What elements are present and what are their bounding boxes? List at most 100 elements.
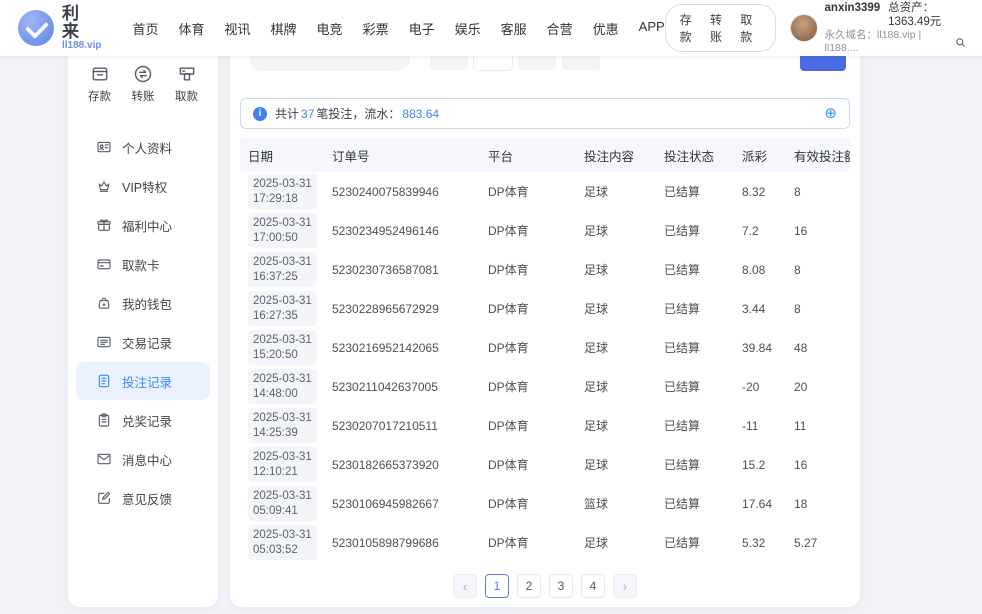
wallet-pill-action[interactable]: 转账 [710,11,730,45]
sidebar-menu-item[interactable]: 交易记录 [76,323,210,361]
nav-item[interactable]: 电竞 [317,19,343,38]
avatar[interactable] [790,14,818,42]
cell-date: 2025-03-3117:00:50 [248,213,317,249]
cell-bet-content: 足球 [576,456,656,473]
wallet-pill-action[interactable]: 取款 [740,11,760,45]
cell-platform: DP体育 [480,339,576,356]
cell-bet-status: 已结算 [656,183,734,200]
cell-platform: DP体育 [480,183,576,200]
user-info[interactable]: anxin3399 总资产： 1363.49元 永久域名：ll188.vip |… [790,1,966,56]
page-button[interactable]: 1 [485,574,509,598]
cell-order-number: 5230240075839946 [324,185,480,199]
cell-payout: 17.64 [734,497,786,511]
cell-date: 2025-03-3105:03:52 [248,525,317,561]
transfer-icon [133,64,153,84]
info-icon: i [253,107,267,121]
cell-order-number: 5230106945982667 [324,497,480,511]
brand-domain: ll188.vip [62,41,106,52]
sidebar-menu-item[interactable]: 兑奖记录 [76,401,210,439]
sidebar-menu-item[interactable]: 我的钱包 [76,284,210,322]
cell-order-number: 5230234952496146 [324,224,480,238]
cell-valid-amount: 20 [786,380,850,394]
sidebar-menu-item[interactable]: 意见反馈 [76,479,210,517]
sidebar-menu: 个人资料 VIP特权 福利中心 取款卡 [68,128,218,517]
nav-item[interactable]: APP [639,19,665,38]
cell-bet-status: 已结算 [656,300,734,317]
sidebar-menu-item-label: 福利中心 [122,216,172,235]
wallet-icon [96,295,112,311]
nav-item[interactable]: 彩票 [363,19,389,38]
sidebar-menu-item[interactable]: 福利中心 [76,206,210,244]
sidebar-menu-item-label: VIP特权 [122,177,167,196]
sidebar-menu-item[interactable]: VIP特权 [76,167,210,205]
cell-valid-amount: 8 [786,185,850,199]
cell-bet-status: 已结算 [656,495,734,512]
cell-payout: 7.2 [734,224,786,238]
table-row: 2025-03-3117:00:50 5230234952496146 DP体育… [240,211,850,250]
page-button[interactable]: 3 [549,574,573,598]
sidebar-menu-item[interactable]: 取款卡 [76,245,210,283]
sidebar-menu-item-label: 投注记录 [122,372,172,391]
nav-item[interactable]: 娱乐 [455,19,481,38]
cell-payout: -20 [734,380,786,394]
page-button[interactable]: 4 [581,574,605,598]
page-button[interactable]: 2 [517,574,541,598]
bet-records-icon [96,373,112,389]
cell-payout: 8.32 [734,185,786,199]
col-date: 日期 [240,146,324,165]
quick-action[interactable]: 取款 [175,64,198,104]
vip-icon [96,178,112,194]
cell-bet-content: 足球 [576,222,656,239]
nav-item[interactable]: 合营 [547,19,573,38]
nav-item[interactable]: 体育 [179,19,205,38]
cell-bet-content: 足球 [576,417,656,434]
cell-valid-amount: 16 [786,458,850,472]
nav-item[interactable]: 客服 [501,19,527,38]
table-row: 2025-03-3116:27:35 5230228965672929 DP体育… [240,289,850,328]
quick-action-label: 存款 [88,88,111,104]
brand-title: 利 来 [62,5,106,41]
table-row: 2025-03-3105:03:52 5230105898799686 DP体育… [240,523,850,562]
table-row: 2025-03-3117:29:18 5230240075839946 DP体育… [240,172,850,211]
sidebar-menu-item[interactable]: 个人资料 [76,128,210,166]
cell-bet-status: 已结算 [656,378,734,395]
nav-item[interactable]: 优惠 [593,19,619,38]
sidebar-menu-item[interactable]: 投注记录 [76,362,210,400]
prev-page-button[interactable]: ‹ [453,574,477,598]
table-row: 2025-03-3114:25:39 5230207017210511 DP体育… [240,406,850,445]
cell-bet-content: 足球 [576,339,656,356]
sidebar-menu-item-label: 个人资料 [122,138,172,157]
sidebar-menu-item-label: 兑奖记录 [122,411,172,430]
table-row: 2025-03-3114:48:00 5230211042637005 DP体育… [240,367,850,406]
deposit-icon [90,64,110,84]
cell-date: 2025-03-3114:48:00 [248,369,317,405]
brand-logo-icon [18,10,54,46]
feedback-icon [96,490,112,506]
cell-bet-status: 已结算 [656,339,734,356]
quick-action[interactable]: 存款 [88,64,111,104]
cell-order-number: 5230207017210511 [324,419,480,433]
withdraw-icon [177,64,197,84]
cell-valid-amount: 48 [786,341,850,355]
cell-bet-content: 足球 [576,300,656,317]
sidebar-menu-item-label: 我的钱包 [122,294,172,313]
next-page-button[interactable]: › [613,574,637,598]
cell-valid-amount: 5.27 [786,536,850,550]
nav-item[interactable]: 电子 [409,19,435,38]
nav-item[interactable]: 视讯 [225,19,251,38]
cell-bet-status: 已结算 [656,222,734,239]
table-row: 2025-03-3115:20:50 5230216952142065 DP体育… [240,328,850,367]
quick-action[interactable]: 转账 [132,64,155,104]
cell-valid-amount: 11 [786,419,850,433]
cell-platform: DP体育 [480,222,576,239]
nav-item[interactable]: 首页 [132,19,158,38]
cell-platform: DP体育 [480,378,576,395]
cell-date: 2025-03-3116:37:25 [248,252,317,288]
sidebar-menu-item[interactable]: 消息中心 [76,440,210,478]
cell-payout: 3.44 [734,302,786,316]
plus-circle-icon[interactable]: ⊕ [824,106,837,121]
search-icon[interactable] [955,37,966,48]
brand-logo[interactable]: 利 来 ll188.vip [18,5,106,51]
wallet-pill-action[interactable]: 存款 [680,11,700,45]
nav-item[interactable]: 棋牌 [271,19,297,38]
